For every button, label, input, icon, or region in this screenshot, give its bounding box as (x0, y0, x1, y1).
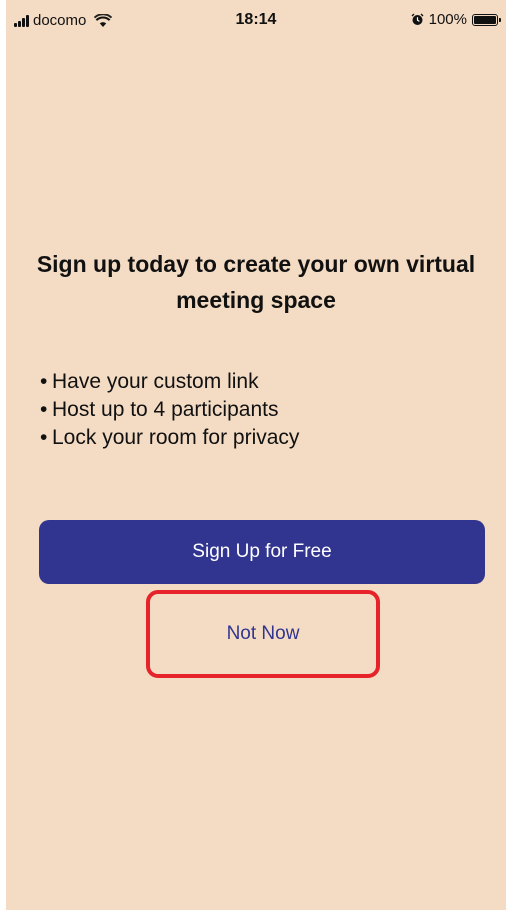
feature-item: Lock your room for privacy (40, 424, 299, 452)
battery-icon (472, 13, 501, 26)
alarm-icon (411, 13, 424, 25)
screen: docomo 18:14 100% Sign up today to creat… (6, 0, 506, 910)
battery-fill (474, 15, 496, 24)
feature-list: Have your custom link Host up to 4 parti… (40, 368, 299, 452)
not-now-button[interactable]: Not Now (146, 590, 380, 678)
status-bar: docomo 18:14 100% (6, 0, 506, 40)
sign-up-button[interactable]: Sign Up for Free (39, 520, 485, 584)
feature-item: Have your custom link (40, 368, 299, 396)
headline: Sign up today to create your own virtual… (36, 251, 476, 313)
battery-percent: 100% (428, 11, 467, 28)
status-right: 100% (411, 11, 501, 28)
feature-item: Host up to 4 participants (40, 396, 299, 424)
